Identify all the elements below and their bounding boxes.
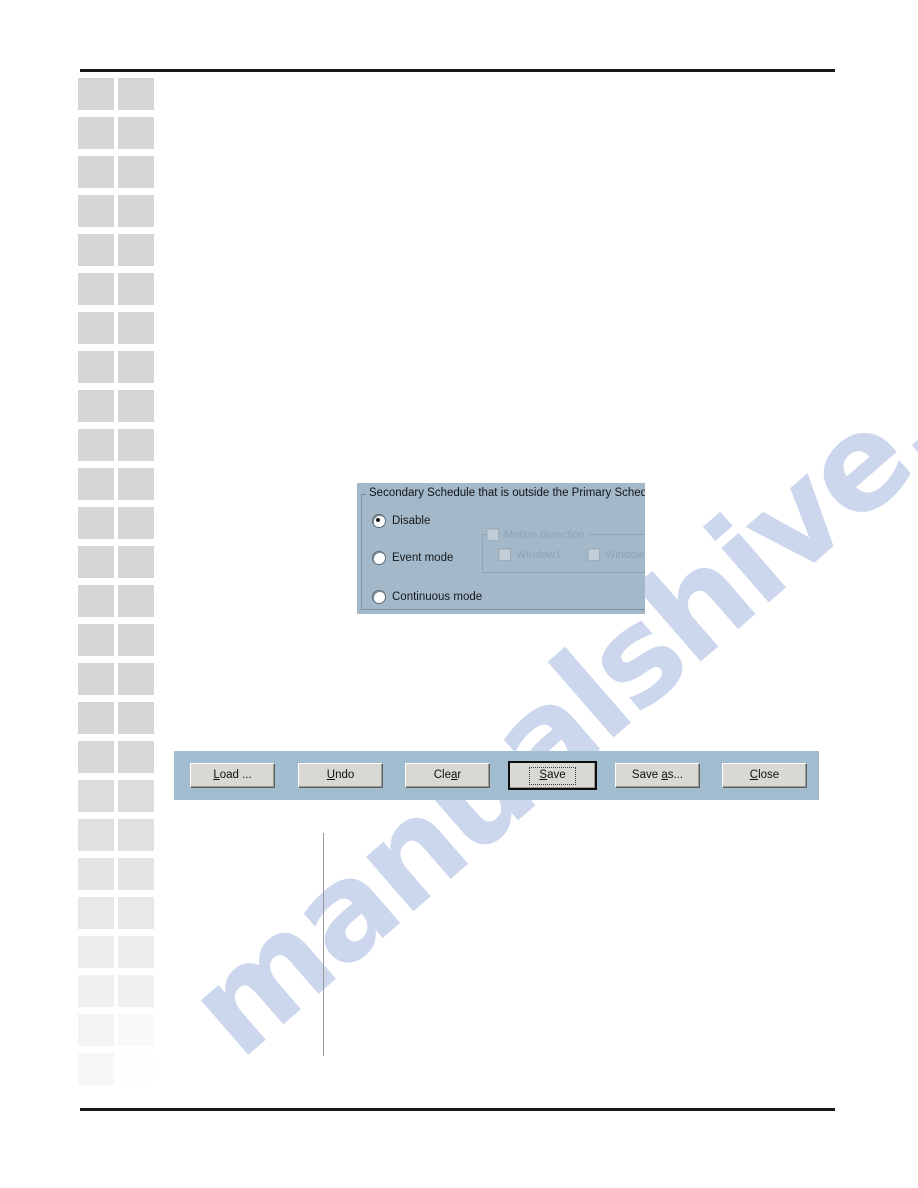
radio-indicator-disable[interactable] — [372, 514, 386, 528]
thumbnail-cell — [78, 1014, 114, 1046]
save-button[interactable]: Save — [508, 761, 597, 790]
page-rule-top — [80, 69, 835, 72]
undo-button-label: Undo — [326, 768, 355, 781]
thumbnail-cell — [118, 195, 154, 227]
thumbnail-cell — [78, 312, 114, 344]
thumbnail-cell — [78, 78, 114, 110]
thumbnail-cell — [118, 585, 154, 617]
thumbnail-cell — [78, 585, 114, 617]
thumbnail-cell — [78, 351, 114, 383]
close-button[interactable]: Close — [722, 763, 807, 788]
secondary-schedule-dialog: Secondary Schedule that is outside the P… — [357, 483, 645, 614]
thumbnail-cell — [118, 1053, 154, 1085]
content-divider-line — [323, 833, 324, 1056]
thumbnail-cell — [118, 117, 154, 149]
thumbnail-cell — [118, 78, 154, 110]
save-as-button-label: Save as... — [631, 768, 684, 781]
thumbnail-cell — [78, 117, 114, 149]
thumbnail-cell — [118, 468, 154, 500]
checkbox-indicator-window2[interactable] — [587, 548, 600, 561]
clear-button-label: Clear — [433, 768, 462, 781]
load-button[interactable]: Load ... — [190, 763, 275, 788]
checkbox-indicator-motion-detection[interactable] — [486, 528, 499, 541]
thumbnail-cell — [118, 156, 154, 188]
thumbnail-cell — [78, 156, 114, 188]
thumbnail-cell — [78, 936, 114, 968]
thumbnail-cell — [118, 234, 154, 266]
watermark: manualshive.com — [120, 330, 918, 1090]
thumbnail-cell — [118, 819, 154, 851]
thumbnail-cell — [78, 819, 114, 851]
thumbnail-cell — [78, 780, 114, 812]
thumbnail-cell — [78, 234, 114, 266]
checkbox-window2[interactable]: Window2 — [587, 548, 645, 561]
thumbnail-cell — [118, 390, 154, 422]
thumbnail-cell — [78, 858, 114, 890]
thumbnail-cell — [78, 702, 114, 734]
redacted-thumbnail-column — [78, 78, 154, 1098]
thumbnail-cell — [118, 702, 154, 734]
thumbnail-cell — [78, 195, 114, 227]
checkbox-indicator-window1[interactable] — [498, 548, 511, 561]
page-rule-bottom — [80, 1108, 835, 1111]
thumbnail-cell — [78, 546, 114, 578]
thumbnail-cell — [118, 312, 154, 344]
radio-label-continuous-mode: Continuous mode — [392, 591, 483, 603]
checkbox-window1[interactable]: Window1 — [498, 548, 561, 561]
thumbnail-cell — [118, 936, 154, 968]
save-button-label: Save — [529, 766, 576, 785]
thumbnail-cell — [118, 975, 154, 1007]
motion-detection-group: Motion detection Window1 Window2 — [482, 528, 645, 573]
thumbnail-cell — [118, 507, 154, 539]
group-box-title: Secondary Schedule that is outside the P… — [366, 487, 645, 500]
thumbnail-cell — [78, 468, 114, 500]
thumbnail-cell — [78, 663, 114, 695]
radio-option-event-mode[interactable]: Event mode — [372, 551, 453, 565]
checkbox-motion-detection[interactable]: Motion detection — [486, 528, 589, 541]
thumbnail-cell — [78, 390, 114, 422]
thumbnail-cell — [78, 507, 114, 539]
thumbnail-cell — [78, 741, 114, 773]
close-button-label: Close — [749, 768, 780, 781]
radio-option-disable[interactable]: Disable — [372, 514, 430, 528]
checkbox-label-motion-detection: Motion detection — [504, 528, 585, 541]
thumbnail-cell — [118, 624, 154, 656]
radio-option-continuous-mode[interactable]: Continuous mode — [372, 590, 482, 604]
checkbox-label-window2: Window2 — [605, 548, 645, 561]
radio-label-event-mode: Event mode — [392, 552, 454, 564]
thumbnail-cell — [118, 741, 154, 773]
thumbnail-cell — [118, 546, 154, 578]
radio-label-disable: Disable — [392, 515, 431, 527]
thumbnail-cell — [118, 1014, 154, 1046]
thumbnail-cell — [78, 1053, 114, 1085]
undo-button[interactable]: Undo — [298, 763, 383, 788]
watermark-text: manualshive.com — [160, 330, 918, 1087]
thumbnail-cell — [118, 780, 154, 812]
clear-button[interactable]: Clear — [405, 763, 490, 788]
thumbnail-cell — [78, 975, 114, 1007]
thumbnail-cell — [78, 429, 114, 461]
radio-indicator-event-mode[interactable] — [372, 551, 386, 565]
load-button-label: Load ... — [213, 768, 252, 781]
thumbnail-cell — [78, 624, 114, 656]
thumbnail-cell — [118, 858, 154, 890]
thumbnail-cell — [118, 351, 154, 383]
thumbnail-cell — [118, 273, 154, 305]
thumbnail-cell — [118, 429, 154, 461]
checkbox-label-window1: Window1 — [516, 548, 562, 561]
thumbnail-cell — [78, 897, 114, 929]
thumbnail-cell — [118, 663, 154, 695]
radio-indicator-continuous-mode[interactable] — [372, 590, 386, 604]
thumbnail-cell — [118, 897, 154, 929]
save-as-button[interactable]: Save as... — [615, 763, 700, 788]
thumbnail-cell — [78, 273, 114, 305]
command-button-bar: Load ... Undo Clear Save Save as... Clos… — [174, 751, 819, 800]
